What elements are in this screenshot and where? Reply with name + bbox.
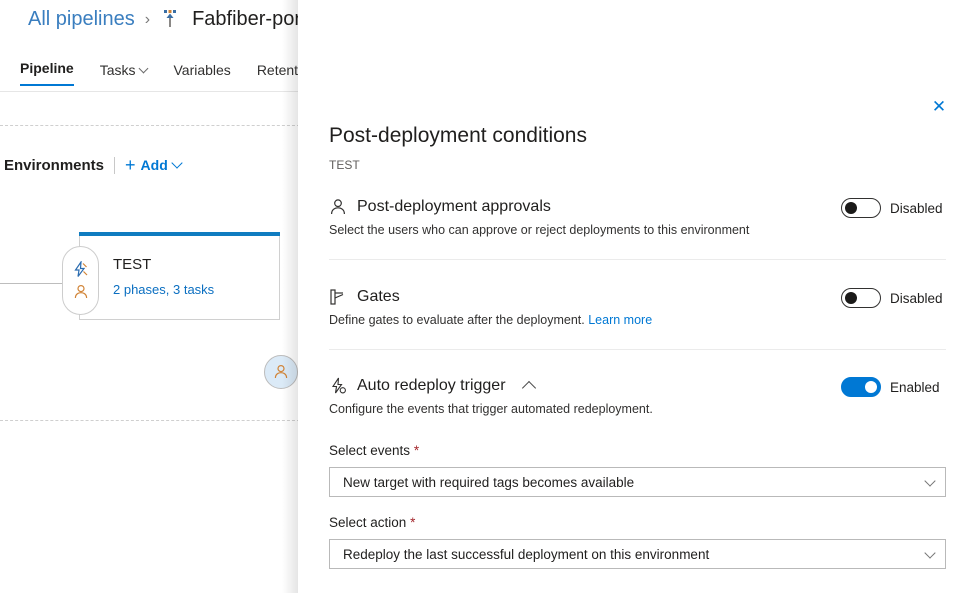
tab-pipeline[interactable]: Pipeline xyxy=(20,60,74,86)
tab-pipeline-label: Pipeline xyxy=(20,60,74,76)
add-label: Add xyxy=(141,157,168,173)
auto-redeploy-icon xyxy=(329,377,347,395)
environments-header: Environments + Add xyxy=(4,156,181,174)
person-icon xyxy=(73,284,89,300)
select-events-dropdown[interactable]: New target with required tags becomes av… xyxy=(329,467,946,497)
tab-variables-label: Variables xyxy=(173,62,230,78)
auto-redeploy-toggle-label: Enabled xyxy=(890,380,946,395)
section-gates: Gates Define gates to evaluate after the… xyxy=(329,288,946,327)
auto-redeploy-toggle-group[interactable]: Enabled xyxy=(841,377,946,397)
panel-title: Post-deployment conditions xyxy=(329,124,587,148)
section-divider xyxy=(329,259,946,260)
person-icon xyxy=(329,198,347,216)
post-deployment-conditions-panel: ✕ Post-deployment conditions TEST Post-d… xyxy=(298,0,963,593)
chevron-down-icon[interactable] xyxy=(139,64,149,74)
section-description: Configure the events that trigger automa… xyxy=(329,402,653,416)
pipeline-canvas: Environments + Add TEST 2 phases, 3 task… xyxy=(0,92,300,593)
gate-icon xyxy=(329,288,347,306)
tab-variables[interactable]: Variables xyxy=(173,62,230,86)
canvas-dashed-line-top xyxy=(0,125,300,126)
toggle-knob xyxy=(845,202,857,214)
approvals-toggle-group[interactable]: Disabled xyxy=(841,198,946,218)
select-action-label-text: Select action xyxy=(329,515,406,530)
section-title: Gates xyxy=(357,288,400,306)
field-select-action: Select action * Redeploy the last succes… xyxy=(329,515,946,569)
environment-name: TEST xyxy=(113,256,151,273)
tab-tasks[interactable]: Tasks xyxy=(100,62,148,86)
panel-shadow xyxy=(282,0,298,593)
trigger-lightning-icon xyxy=(72,261,89,278)
tab-tasks-label: Tasks xyxy=(100,62,136,78)
required-marker: * xyxy=(414,443,419,458)
add-environment-button[interactable]: + Add xyxy=(125,156,181,174)
select-action-label: Select action * xyxy=(329,515,946,530)
release-pipeline-icon xyxy=(160,9,180,31)
select-action-dropdown[interactable]: Redeploy the last successful deployment … xyxy=(329,539,946,569)
select-events-value: New target with required tags becomes av… xyxy=(343,475,634,490)
environment-card[interactable]: TEST 2 phases, 3 tasks xyxy=(79,236,280,320)
learn-more-link[interactable]: Learn more xyxy=(588,313,652,327)
pre-deployment-conditions-badge[interactable] xyxy=(62,246,99,315)
approvals-toggle-label: Disabled xyxy=(890,201,946,216)
select-events-label-text: Select events xyxy=(329,443,410,458)
toggle-knob xyxy=(865,381,877,393)
panel-subtitle: TEST xyxy=(329,158,360,172)
breadcrumb-separator: › xyxy=(145,11,150,29)
section-description: Select the users who can approve or reje… xyxy=(329,223,749,237)
field-select-events: Select events * New target with required… xyxy=(329,443,946,497)
select-events-label: Select events * xyxy=(329,443,946,458)
chevron-down-icon[interactable] xyxy=(924,475,935,486)
section-description: Define gates to evaluate after the deplo… xyxy=(329,313,652,327)
gates-description-text: Define gates to evaluate after the deplo… xyxy=(329,313,585,327)
divider xyxy=(114,157,115,174)
gates-toggle-label: Disabled xyxy=(890,291,946,306)
section-post-deployment-approvals: Post-deployment approvals Select the use… xyxy=(329,198,946,237)
section-divider xyxy=(329,349,946,350)
release-pipeline-page: All pipelines › Fabfiber-portal.CD xyxy=(0,0,963,593)
environment-summary-link[interactable]: 2 phases, 3 tasks xyxy=(113,282,214,297)
environments-label: Environments xyxy=(4,157,104,174)
section-title: Post-deployment approvals xyxy=(357,198,551,216)
canvas-dashed-line-bottom xyxy=(0,420,300,421)
section-title: Auto redeploy trigger xyxy=(357,377,506,395)
gates-toggle[interactable] xyxy=(841,288,881,308)
auto-redeploy-toggle[interactable] xyxy=(841,377,881,397)
chevron-down-icon[interactable] xyxy=(171,157,182,168)
approvals-toggle[interactable] xyxy=(841,198,881,218)
chevron-down-icon[interactable] xyxy=(924,547,935,558)
required-marker: * xyxy=(410,515,415,530)
section-auto-redeploy-trigger: Auto redeploy trigger Configure the even… xyxy=(329,377,946,416)
breadcrumb-all-pipelines-link[interactable]: All pipelines xyxy=(28,8,135,31)
select-action-value: Redeploy the last successful deployment … xyxy=(343,547,709,562)
close-icon[interactable]: ✕ xyxy=(923,92,955,122)
gates-toggle-group[interactable]: Disabled xyxy=(841,288,946,308)
toggle-knob xyxy=(845,292,857,304)
plus-icon: + xyxy=(125,156,136,174)
chevron-up-icon[interactable] xyxy=(521,381,535,395)
